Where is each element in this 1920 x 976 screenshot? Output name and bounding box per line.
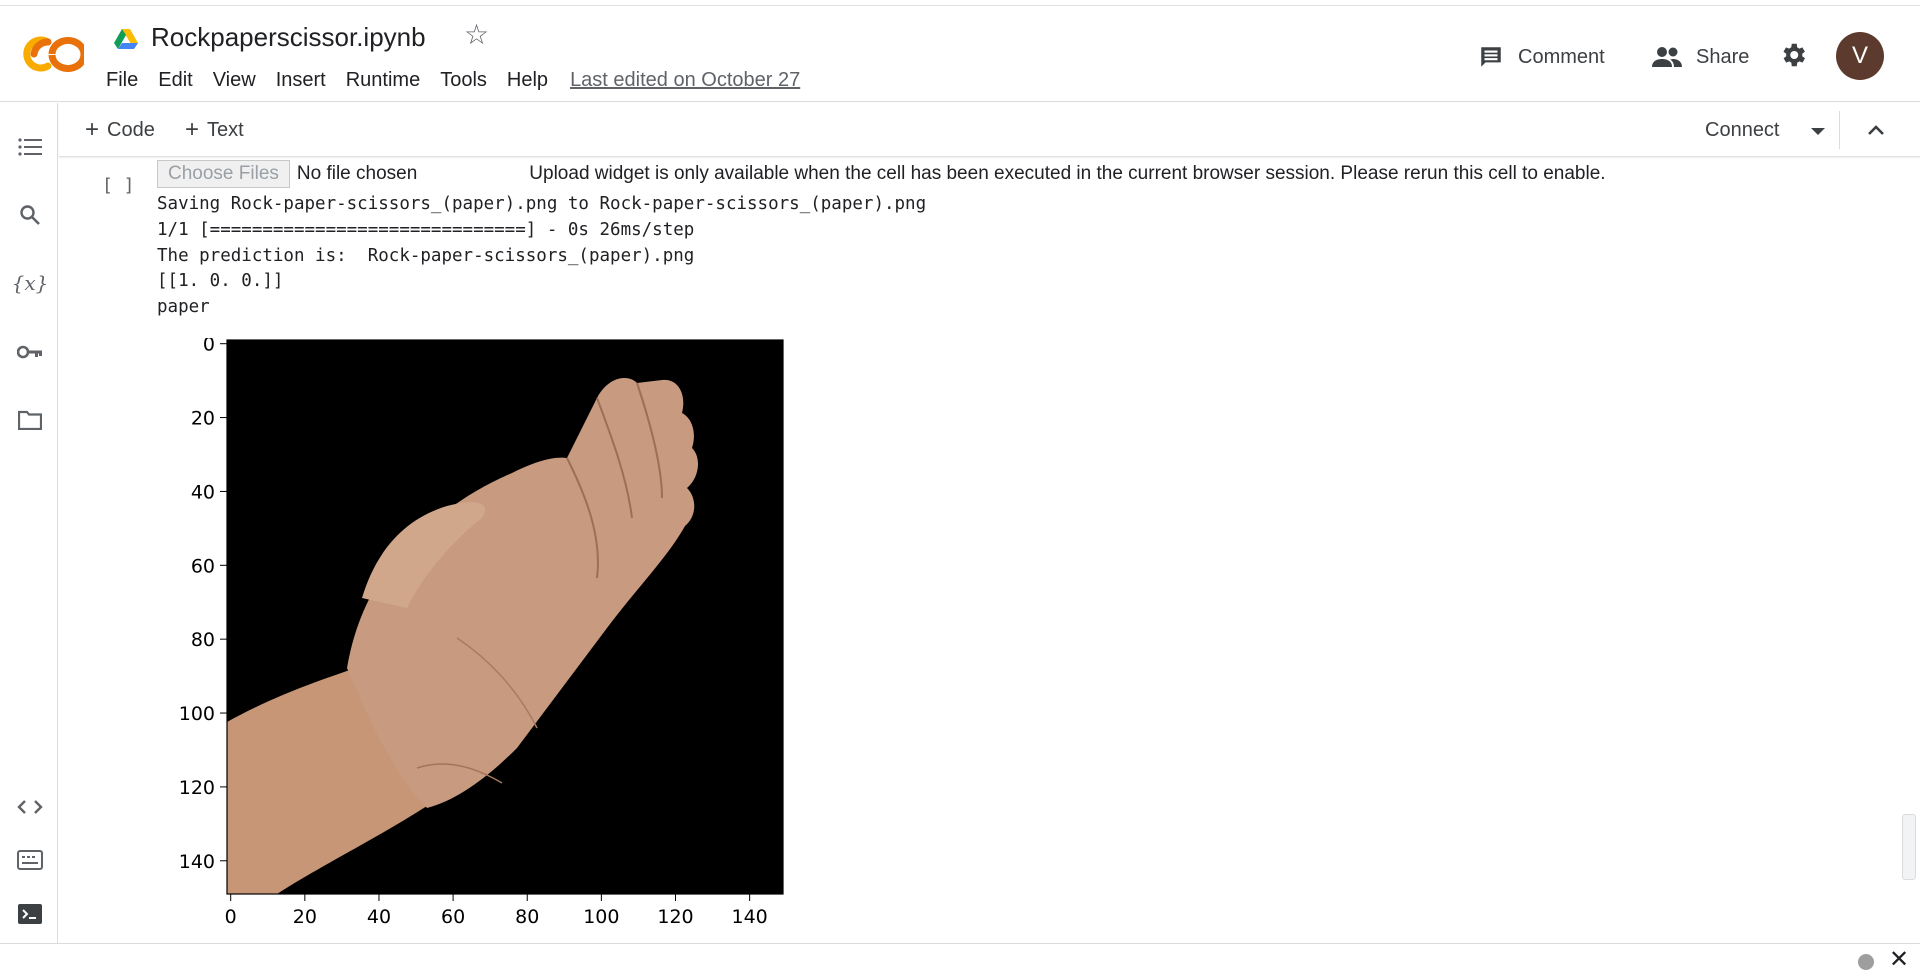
add-code-button[interactable]: + Code: [85, 115, 155, 145]
people-icon: [1652, 47, 1682, 67]
runtime-status-indicator: [1858, 954, 1874, 970]
star-icon[interactable]: ☆: [464, 21, 489, 49]
output-line: 1/1 [==============================] - 0…: [157, 219, 695, 240]
scrollbar-thumb[interactable]: [1902, 814, 1916, 880]
folder-icon[interactable]: [17, 407, 43, 433]
x-tick-label: 120: [657, 906, 693, 928]
output-line: Saving Rock-paper-scissors_(paper).png t…: [157, 194, 927, 214]
upload-widget: Choose Files No file chosen Upload widge…: [157, 160, 1606, 188]
key-icon[interactable]: [17, 339, 43, 365]
add-code-label: Code: [107, 119, 155, 141]
comment-label: Comment: [1518, 45, 1605, 68]
gear-icon[interactable]: [1778, 40, 1808, 70]
close-icon[interactable]: ✕: [1889, 948, 1909, 972]
plus-icon: +: [85, 116, 100, 143]
notebook-title[interactable]: Rockpaperscissor.ipynb: [151, 22, 426, 53]
header: Rockpaperscissor.ipynb ☆ File Edit View …: [0, 6, 1920, 102]
x-tick-label: 60: [441, 906, 465, 928]
terminal-icon[interactable]: [17, 901, 43, 927]
variables-icon[interactable]: {x}: [12, 270, 49, 296]
notebook-toolbar: + Code + Text Connect: [59, 103, 1920, 157]
x-tick-label: 20: [293, 906, 317, 928]
search-icon[interactable]: [17, 202, 43, 228]
y-tick-label: 20: [191, 408, 215, 430]
command-palette-icon[interactable]: [17, 847, 43, 873]
add-text-label: Text: [207, 119, 244, 141]
share-button[interactable]: Share: [1652, 40, 1749, 74]
menu-tools[interactable]: Tools: [440, 66, 487, 94]
menu-help[interactable]: Help: [507, 66, 548, 94]
menu-view[interactable]: View: [213, 66, 256, 94]
x-tick-label: 0: [225, 906, 237, 928]
connect-button[interactable]: Connect: [1705, 115, 1780, 145]
y-tick-label: 60: [191, 555, 215, 577]
y-tick-label: 120: [179, 777, 215, 799]
x-tick-label: 40: [367, 906, 391, 928]
chevron-up-icon[interactable]: [1863, 117, 1889, 143]
status-bar: ✕: [0, 943, 1920, 976]
y-tick-label: 40: [191, 481, 215, 503]
google-drive-icon[interactable]: [114, 28, 138, 50]
output-line: The prediction is: Rock-paper-scissors_(…: [157, 245, 695, 266]
x-tick-label: 140: [732, 906, 768, 928]
left-sidebar: {x}: [0, 103, 58, 943]
no-file-label: No file chosen: [296, 163, 418, 184]
connect-dropdown-icon[interactable]: [1811, 128, 1825, 135]
comment-button[interactable]: Comment: [1478, 40, 1605, 74]
menu-runtime[interactable]: Runtime: [346, 66, 420, 94]
cell-output: Saving Rock-paper-scissors_(paper).png t…: [157, 192, 926, 321]
image-plot: 0 20 40 60 80 100 120 140 0 20 40 60 80 100 120 140: [179, 338, 784, 928]
add-text-button[interactable]: + Text: [185, 115, 244, 145]
menu-bar: File Edit View Insert Runtime Tools Help…: [106, 66, 800, 94]
menu-insert[interactable]: Insert: [276, 66, 326, 94]
y-tick-label: 100: [179, 703, 215, 725]
share-label: Share: [1696, 45, 1750, 68]
output-line: paper: [157, 297, 210, 318]
code-snippets-icon[interactable]: [17, 794, 43, 820]
cell-execution-count[interactable]: [ ]: [102, 175, 135, 196]
output-line: [[1. 0. 0.]]: [157, 271, 284, 292]
comment-icon: [1481, 47, 1501, 67]
avatar[interactable]: V: [1836, 32, 1884, 80]
y-tick-label: 80: [191, 629, 215, 651]
toolbar-divider: [1839, 111, 1840, 149]
variables-label: {x}: [11, 271, 49, 295]
x-tick-label: 80: [515, 906, 539, 928]
y-tick-label: 0: [203, 338, 215, 356]
colab-logo[interactable]: [22, 34, 84, 74]
menu-file[interactable]: File: [106, 66, 138, 94]
y-tick-label: 140: [179, 851, 215, 873]
x-tick-label: 100: [583, 906, 619, 928]
choose-files-button[interactable]: Choose Files: [157, 160, 290, 188]
table-of-contents-icon[interactable]: [17, 134, 43, 160]
plus-icon: +: [185, 116, 200, 143]
menu-edit[interactable]: Edit: [158, 66, 192, 94]
last-edited-link[interactable]: Last edited on October 27: [570, 66, 800, 94]
upload-message: Upload widget is only available when the…: [529, 163, 1606, 184]
